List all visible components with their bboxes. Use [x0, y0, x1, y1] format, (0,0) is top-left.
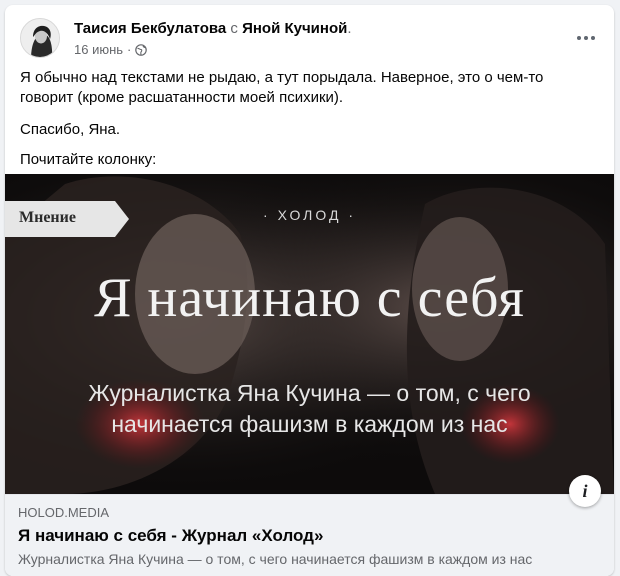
image-subheadline-line: Журналистка Яна Кучина — о том, с чего: [88, 380, 531, 406]
post-paragraph: Спасибо, Яна.: [20, 121, 121, 138]
post-meta: 16 июнь ·: [74, 42, 148, 57]
meta-separator: ·: [127, 42, 132, 57]
post-paragraph: Почитайте колонку:: [20, 151, 157, 168]
image-subheadline-line: начинается фашизм в каждом из нас: [111, 411, 508, 437]
post-header: Таисия Бекбулатова с Яной Кучиной. 16 ию…: [20, 16, 602, 62]
post-body: Я обычно над текстами не рыдаю, а тут по…: [20, 68, 598, 182]
avatar-image: [21, 19, 59, 57]
author-name-link[interactable]: Таисия Бекбулатова: [74, 20, 226, 37]
info-icon[interactable]: i: [569, 475, 601, 507]
link-title: Я начинаю с себя - Журнал «Холод»: [18, 526, 324, 545]
with-suffix: .: [347, 20, 352, 37]
link-description: Журналистка Яна Кучина — о том, с чего н…: [18, 551, 533, 567]
more-options-icon[interactable]: [570, 22, 602, 54]
facebook-post: Таисия Бекбулатова с Яной Кучиной. 16 ию…: [5, 5, 614, 576]
avatar[interactable]: [20, 18, 60, 58]
link-preview-meta[interactable]: HOLOD.MEDIA Я начинаю с себя - Журнал «Х…: [5, 494, 614, 576]
link-domain: HOLOD.MEDIA: [18, 505, 110, 520]
author-line: Таисия Бекбулатова с Яной Кучиной.: [74, 20, 352, 37]
globe-icon[interactable]: [135, 43, 148, 56]
link-preview-image[interactable]: Мнение · ХОЛОД · Я начинаю с себя Журнал…: [5, 174, 614, 494]
image-subheadline: Журналистка Яна Кучина — о том, с чего н…: [5, 378, 614, 440]
tagged-user-link[interactable]: Яной Кучиной: [242, 20, 347, 37]
post-paragraph: Я обычно над текстами не рыдаю, а тут по…: [20, 69, 544, 106]
image-headline: Я начинаю с себя: [94, 267, 525, 329]
post-date-link[interactable]: 16 июнь: [74, 42, 123, 57]
brand-logo-text: · ХОЛОД ·: [263, 207, 356, 223]
with-word: с: [226, 20, 243, 37]
